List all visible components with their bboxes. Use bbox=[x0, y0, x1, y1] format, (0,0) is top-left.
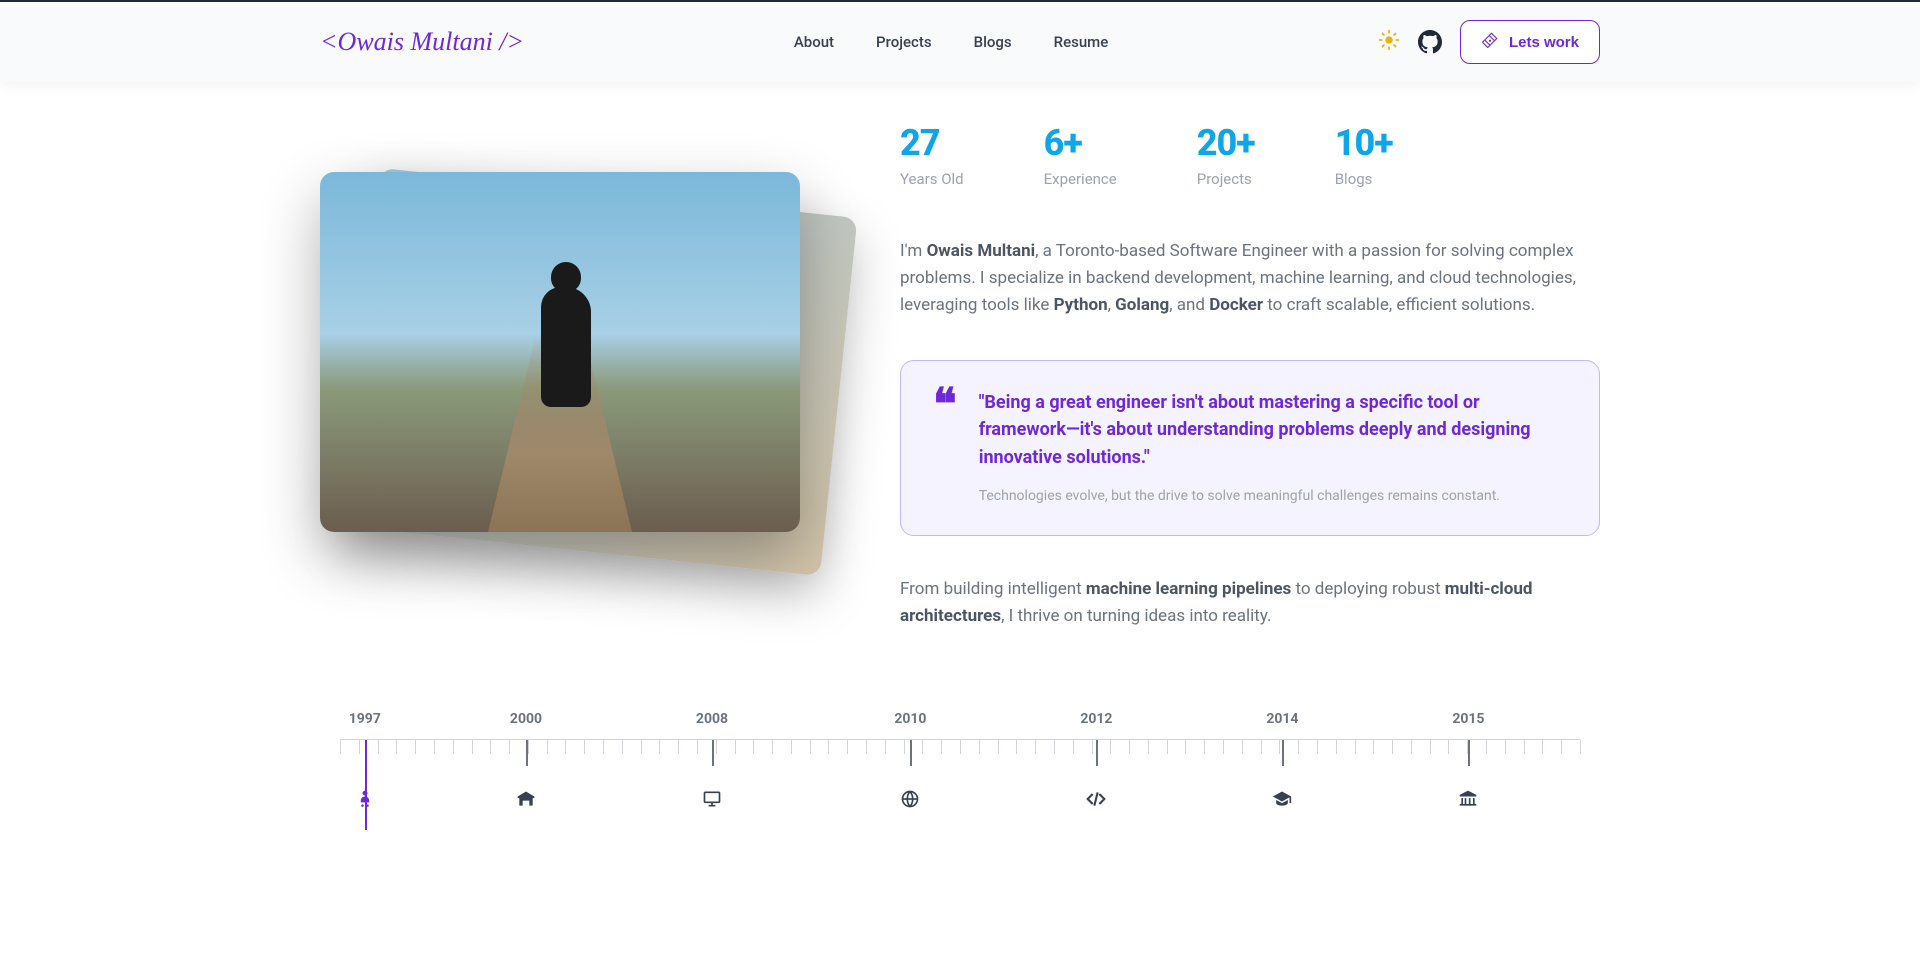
stat-label: Experience bbox=[1044, 170, 1117, 188]
timeline: 1997 2000 2008 2010 2012 2014 2015 bbox=[320, 711, 1600, 829]
stat-value: 10+ bbox=[1335, 122, 1393, 164]
timeline-year: 1997 bbox=[349, 711, 381, 727]
main-content: 27 Years Old 6+ Experience 20+ Projects … bbox=[300, 82, 1620, 889]
code-icon[interactable] bbox=[1086, 789, 1106, 814]
stat-blogs: 10+ Blogs bbox=[1335, 122, 1393, 188]
timeline-year: 2008 bbox=[696, 711, 728, 727]
handshake-icon bbox=[1481, 31, 1499, 53]
baby-icon[interactable] bbox=[355, 789, 375, 814]
main-nav: About Projects Blogs Resume bbox=[794, 33, 1108, 51]
monitor-icon[interactable] bbox=[702, 789, 722, 814]
lets-work-button[interactable]: Lets work bbox=[1460, 20, 1600, 64]
grad-icon[interactable] bbox=[1272, 789, 1292, 814]
theme-toggle-icon[interactable] bbox=[1378, 29, 1400, 56]
lets-work-label: Lets work bbox=[1509, 34, 1579, 51]
bio-paragraph: I'm Owais Multani, a Toronto-based Softw… bbox=[900, 238, 1600, 320]
quote-text: "Being a great engineer isn't about mast… bbox=[979, 389, 1567, 473]
timeline-year: 2010 bbox=[894, 711, 926, 727]
quote-icon: ❝ bbox=[933, 389, 957, 508]
bio-paragraph-2: From building intelligent machine learni… bbox=[900, 576, 1600, 630]
timeline-year: 2015 bbox=[1452, 711, 1484, 727]
github-icon[interactable] bbox=[1418, 30, 1442, 54]
stat-experience: 6+ Experience bbox=[1044, 122, 1117, 188]
stat-age: 27 Years Old bbox=[900, 122, 964, 188]
stat-projects: 20+ Projects bbox=[1197, 122, 1255, 188]
timeline-year: 2000 bbox=[510, 711, 542, 727]
stats-row: 27 Years Old 6+ Experience 20+ Projects … bbox=[900, 122, 1600, 188]
school-icon[interactable] bbox=[516, 789, 536, 814]
hero-photo bbox=[320, 112, 820, 532]
site-logo[interactable]: <Owais Multani /> bbox=[320, 27, 524, 57]
stat-label: Projects bbox=[1197, 170, 1255, 188]
quote-subtext: Technologies evolve, but the drive to so… bbox=[979, 486, 1567, 507]
bank-icon[interactable] bbox=[1458, 789, 1478, 814]
globe-icon[interactable] bbox=[900, 789, 920, 814]
stat-value: 20+ bbox=[1197, 122, 1255, 164]
nav-resume[interactable]: Resume bbox=[1054, 33, 1109, 51]
stat-value: 6+ bbox=[1044, 122, 1117, 164]
site-header: <Owais Multani /> About Projects Blogs R… bbox=[0, 0, 1920, 82]
quote-box: ❝ "Being a great engineer isn't about ma… bbox=[900, 360, 1600, 537]
stat-label: Years Old bbox=[900, 170, 964, 188]
nav-blogs[interactable]: Blogs bbox=[974, 33, 1012, 51]
nav-about[interactable]: About bbox=[794, 33, 834, 51]
nav-projects[interactable]: Projects bbox=[876, 33, 932, 51]
stat-value: 27 bbox=[900, 122, 964, 164]
timeline-year: 2014 bbox=[1266, 711, 1298, 727]
stat-label: Blogs bbox=[1335, 170, 1393, 188]
timeline-year: 2012 bbox=[1080, 711, 1112, 727]
